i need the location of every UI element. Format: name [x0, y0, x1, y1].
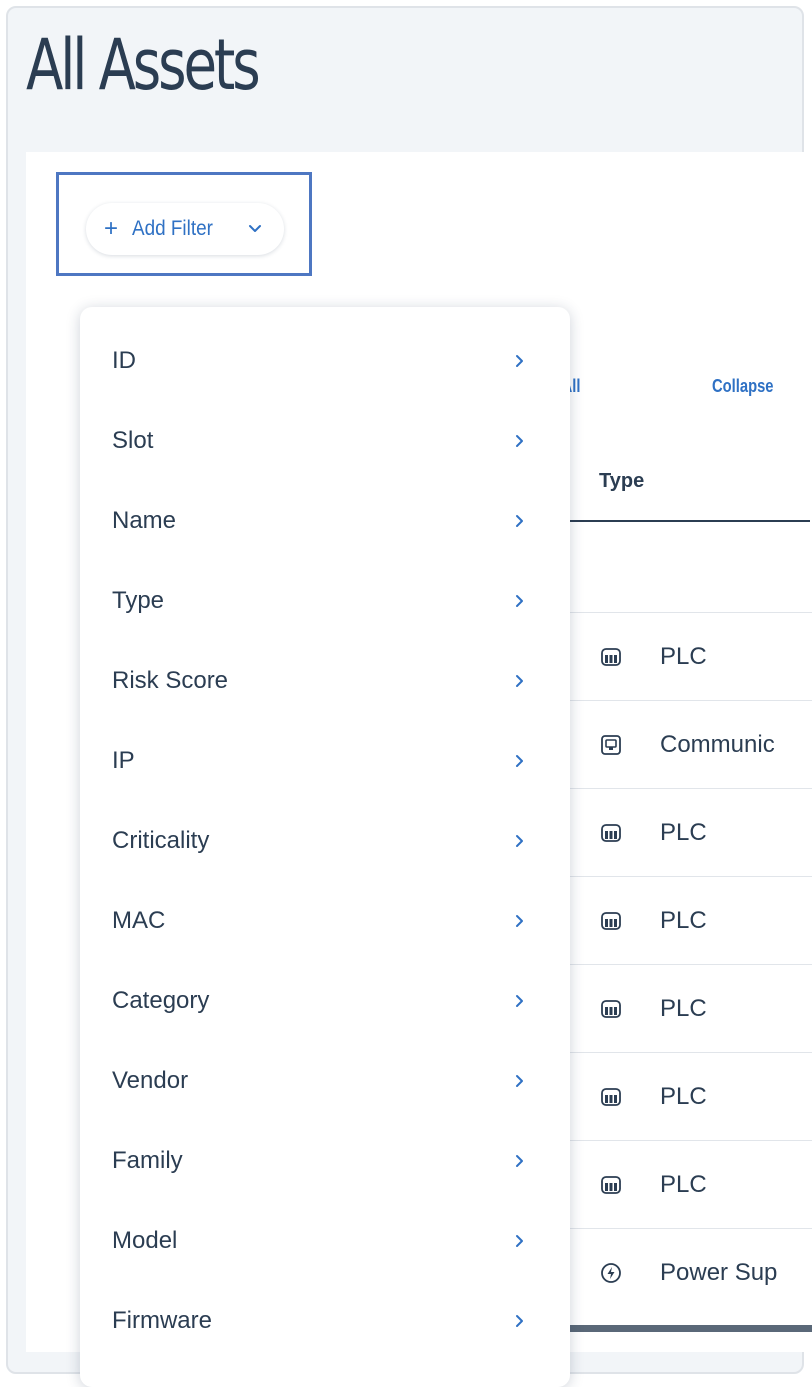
filter-menu-item-mac[interactable]: MAC [80, 893, 570, 953]
chevron-right-icon [512, 829, 528, 853]
table-row[interactable]: PLC [560, 964, 812, 1052]
filter-menu-item-ip[interactable]: IP [80, 733, 570, 793]
filter-menu-item-label: Type [112, 587, 165, 614]
filter-menu-item-label: Firmware [112, 1307, 212, 1334]
table-row[interactable]: PLC [560, 788, 812, 876]
filter-menu-item-criticality[interactable]: Criticality [80, 813, 570, 873]
chevron-right-icon [512, 429, 528, 453]
table-row[interactable]: PLC [560, 1140, 812, 1228]
filter-menu-item-model[interactable]: Model [80, 1213, 570, 1273]
chevron-right-icon [512, 509, 528, 533]
horizontal-scrollbar[interactable] [560, 1325, 812, 1332]
table-row[interactable]: PLC [560, 876, 812, 964]
power-supply-icon [600, 1262, 622, 1284]
type-column-header[interactable]: Type [599, 470, 644, 493]
filter-menu-item-label: IP [112, 747, 135, 774]
filter-menu-item-id[interactable]: ID [80, 333, 570, 393]
plc-icon [600, 1174, 622, 1196]
chevron-right-icon [512, 749, 528, 773]
row-type-value: PLC [660, 1082, 707, 1110]
row-type-value: PLC [660, 994, 707, 1022]
collapse-all-link[interactable]: Collapse [712, 376, 774, 397]
plc-icon [600, 646, 622, 668]
filter-menu-item-type[interactable]: Type [80, 573, 570, 633]
chevron-right-icon [512, 349, 528, 373]
filter-menu-item-slot[interactable]: Slot [80, 413, 570, 473]
filter-menu-item-vendor[interactable]: Vendor [80, 1053, 570, 1113]
chevron-right-icon [512, 669, 528, 693]
row-type-value: PLC [660, 642, 707, 670]
filter-menu-item-risk-score[interactable]: Risk Score [80, 653, 570, 713]
table-row[interactable]: PLC [560, 1052, 812, 1140]
plc-icon [600, 910, 622, 932]
chevron-right-icon [512, 1229, 528, 1253]
row-type-value: PLC [660, 818, 707, 846]
filter-menu-item-label: Family [112, 1147, 183, 1174]
plc-icon [600, 998, 622, 1020]
row-type-value: Communic [660, 730, 775, 758]
plus-icon: + [104, 215, 119, 242]
filter-menu-item-label: Criticality [112, 827, 210, 854]
filter-dropdown-menu: ID Slot Name Type Risk Score IP Criticality MAC… [80, 307, 570, 1387]
table-row[interactable]: Power Sup [560, 1228, 812, 1316]
filter-menu-item-label: Category [112, 987, 210, 1014]
add-filter-label: Add Filter [132, 217, 213, 240]
filter-menu-item-label: Vendor [112, 1067, 189, 1094]
filter-menu-item-label: Risk Score [112, 667, 229, 694]
row-type-value: Power Sup [660, 1258, 778, 1286]
plc-icon [600, 822, 622, 844]
communication-module-icon [600, 734, 622, 756]
row-type-value: PLC [660, 1170, 707, 1198]
row-type-value: PLC [660, 906, 707, 934]
filter-menu-item-firmware[interactable]: Firmware [80, 1293, 570, 1353]
chevron-right-icon [512, 589, 528, 613]
filter-menu-item-family[interactable]: Family [80, 1133, 570, 1193]
table-header-divider [560, 520, 810, 522]
page-title: All Assets [26, 24, 261, 106]
filter-menu-item-label: Model [112, 1227, 178, 1254]
filter-menu-item-label: Name [112, 507, 177, 534]
chevron-right-icon [512, 909, 528, 933]
chevron-right-icon [512, 1149, 528, 1173]
filter-menu-item-category[interactable]: Category [80, 973, 570, 1033]
filter-menu-item-label: MAC [112, 907, 166, 934]
filter-menu-item-label: ID [112, 347, 136, 374]
table-row[interactable]: Communic [560, 700, 812, 788]
filter-menu-item-label: Slot [112, 427, 154, 454]
chevron-right-icon [512, 989, 528, 1013]
plc-icon [600, 1086, 622, 1108]
table-row[interactable]: PLC [560, 612, 812, 700]
filter-menu-item-name[interactable]: Name [80, 493, 570, 553]
chevron-right-icon [512, 1069, 528, 1093]
chevron-down-icon [248, 224, 262, 234]
chevron-right-icon [512, 1309, 528, 1333]
add-filter-button[interactable]: + Add Filter [86, 203, 284, 255]
